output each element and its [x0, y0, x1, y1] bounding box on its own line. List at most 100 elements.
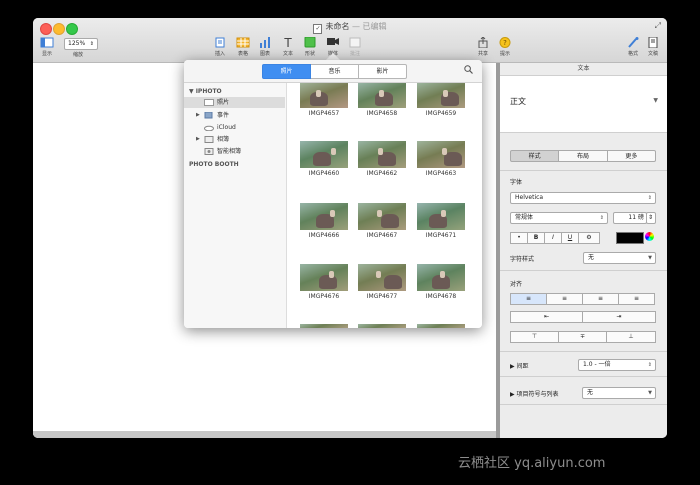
bullets-select[interactable]: 无 ▼ [582, 387, 656, 399]
spacing-select[interactable]: 1.0 - 一倍 ⇕ [578, 359, 656, 371]
share-button[interactable]: 共享 [472, 37, 494, 57]
tab-music[interactable]: 音乐 [311, 64, 359, 79]
font-label: 字体 [510, 179, 523, 186]
align-right-icon[interactable]: ≡ [583, 293, 619, 305]
table-button[interactable]: 表格 [232, 37, 254, 57]
text-format-buttons: • B I U ⚙ [510, 232, 600, 244]
photo-thumbnail[interactable] [300, 83, 348, 108]
search-icon[interactable] [464, 65, 473, 74]
font-style-select[interactable]: 常规体 ⇕ [510, 212, 608, 224]
source-item-icloud[interactable]: iCloud [184, 122, 285, 133]
text-button[interactable]: T 文本 [277, 37, 299, 57]
photo-thumbnail[interactable] [417, 141, 465, 168]
bullet-button[interactable]: • [510, 232, 528, 244]
photo-thumbnail[interactable] [417, 324, 465, 328]
photo-thumbnail[interactable] [417, 203, 465, 230]
spacing-label: 间距 [516, 363, 529, 370]
zoom-select[interactable]: 125% ⇕ [64, 38, 98, 50]
document-icon: ✓ [313, 24, 323, 34]
font-family-select[interactable]: Helvetica ⇕ [510, 192, 656, 204]
align-middle-icon[interactable]: ∓ [559, 331, 607, 343]
source-group-photo-booth[interactable]: PHOTO BOOTH [189, 161, 239, 168]
text-color-well[interactable] [616, 232, 644, 244]
font-size-stepper[interactable]: ⇕ [646, 212, 656, 224]
updown-arrows-icon: ⇕ [647, 195, 652, 201]
tips-button[interactable]: ? 提示 [494, 37, 516, 57]
increase-indent-icon[interactable]: ⇥ [583, 311, 656, 323]
photo-thumbnail[interactable] [417, 264, 465, 291]
spacing-value: 1.0 - 一倍 [583, 361, 611, 368]
italic-button[interactable]: I [545, 232, 562, 244]
photo-name: IMGP4659 [425, 110, 457, 117]
view-button[interactable]: 显示 [36, 37, 58, 57]
paragraph-style-picker[interactable]: 正文 ▼ [500, 76, 667, 133]
font-size-value: 11 [628, 214, 637, 221]
photo-thumbnail[interactable] [300, 264, 348, 291]
photo-thumbnail[interactable] [300, 203, 348, 230]
photo-figure [329, 271, 334, 278]
insert-button[interactable]: 插入 [209, 37, 231, 57]
photo-thumbnail[interactable] [300, 141, 348, 168]
photo-subject [313, 152, 331, 166]
source-item-smart-albums[interactable]: 智能相簿 [184, 146, 285, 157]
divider [500, 376, 667, 377]
source-item-albums[interactable]: ▶ 相簿 [184, 134, 285, 145]
align-justify-icon[interactable]: ≡ [619, 293, 655, 305]
comment-button[interactable]: 批注 [344, 37, 366, 57]
source-item-label: 智能相簿 [217, 148, 242, 155]
source-item-photos[interactable]: 照片 [184, 97, 285, 108]
spacing-disclosure[interactable]: ▶ 间距 [510, 361, 529, 370]
font-size-field[interactable]: 11 磅 [613, 212, 647, 224]
events-icon [204, 112, 213, 119]
photo-thumbnail[interactable] [300, 324, 348, 328]
fullscreen-icon[interactable]: ⤢ [655, 21, 661, 31]
bold-button[interactable]: B [528, 232, 545, 244]
source-item-label: 事件 [217, 112, 230, 119]
photo-thumbnail[interactable] [358, 264, 406, 291]
shape-button[interactable]: 形状 [299, 37, 321, 57]
photo-thumbnail[interactable] [417, 83, 465, 108]
svg-text:T: T [283, 37, 292, 48]
divider [500, 404, 667, 405]
toolbar: ✓未命名 — 已编辑 ⤢ 显示 125%⇕ 缩放 插入 表格 图表 T 文本 [33, 18, 667, 63]
photo-thumbnail[interactable] [358, 141, 406, 168]
chart-button[interactable]: 图表 [254, 37, 276, 57]
divider [500, 270, 667, 271]
chart-label: 图表 [259, 51, 270, 57]
source-item-events[interactable]: ▶ 事件 [184, 110, 285, 121]
zoom-value: 125% [68, 40, 86, 47]
format-button[interactable]: 格式 [622, 37, 644, 57]
align-left-icon[interactable]: ≡ [510, 293, 547, 305]
align-top-icon[interactable]: ⊤ [510, 331, 559, 343]
inspector-header: 文本 [500, 63, 667, 76]
stepper-icon: ⇕ [648, 214, 654, 221]
photo-subject [375, 92, 393, 106]
tab-photos[interactable]: 照片 [262, 64, 311, 79]
document-button[interactable]: 文稿 [642, 37, 664, 57]
document-setup-icon [648, 37, 658, 48]
photo-subject [444, 152, 462, 166]
tab-movies[interactable]: 影片 [359, 64, 407, 79]
svg-text:?: ? [503, 39, 507, 47]
align-bottom-icon[interactable]: ⊥ [607, 331, 656, 343]
photo-thumbnail[interactable] [358, 324, 406, 328]
bullets-disclosure[interactable]: ▶ 项目符号与列表 [510, 389, 559, 398]
tab-more[interactable]: 更多 [607, 150, 656, 162]
char-style-select[interactable]: 无 ▼ [583, 252, 656, 264]
photo-thumbnail[interactable] [358, 83, 406, 108]
source-group-iphoto[interactable]: ▼ IPHOTO [189, 88, 222, 95]
photo-thumbnail[interactable] [358, 203, 406, 230]
tab-layout[interactable]: 布局 [559, 150, 608, 162]
decrease-indent-icon[interactable]: ⇤ [510, 311, 583, 323]
photo-figure [443, 90, 448, 97]
format-label: 格式 [627, 51, 638, 57]
table-icon [236, 37, 250, 48]
color-wheel-icon[interactable] [645, 232, 654, 241]
photo-name: IMGP4660 [308, 170, 340, 177]
tab-style[interactable]: 样式 [510, 150, 560, 162]
align-center-icon[interactable]: ≡ [547, 293, 583, 305]
insert-icon [215, 37, 225, 48]
underline-button[interactable]: U [562, 232, 579, 244]
media-browser-header: 照片 音乐 影片 [184, 60, 482, 83]
text-options-button[interactable]: ⚙ [579, 232, 600, 244]
